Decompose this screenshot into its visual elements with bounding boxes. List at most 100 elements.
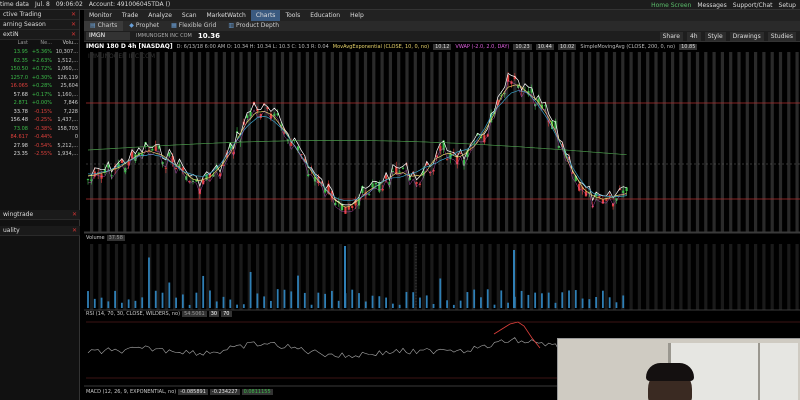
session-band <box>754 244 758 310</box>
session-band <box>197 244 202 310</box>
session-band <box>745 52 749 232</box>
volume-bar <box>317 292 320 308</box>
volume-bar <box>364 301 367 308</box>
session-band <box>413 244 417 310</box>
volume-bar <box>608 297 611 308</box>
volume-bar <box>188 304 191 308</box>
session-band <box>737 244 741 310</box>
session-band <box>222 52 226 232</box>
session-band <box>264 52 268 232</box>
session-band <box>762 244 766 310</box>
webcam-overlay <box>557 338 800 400</box>
session-band <box>363 52 368 232</box>
session-band <box>272 52 276 232</box>
session-band <box>446 244 451 310</box>
session-band <box>662 52 666 232</box>
volume-bar <box>283 289 286 308</box>
volume-bar <box>344 246 346 308</box>
session-band <box>397 244 401 310</box>
session-band <box>314 244 318 310</box>
session-band <box>538 52 542 232</box>
session-band <box>538 244 542 310</box>
session-band <box>745 244 749 310</box>
session-band <box>546 52 550 232</box>
session-band <box>704 244 708 310</box>
rsi-overbought-segment <box>493 321 541 349</box>
session-band <box>529 52 534 232</box>
session-band <box>173 52 177 232</box>
session-band <box>123 244 127 310</box>
candle-body <box>371 183 374 188</box>
volume-bar <box>310 304 313 308</box>
session-band <box>131 244 135 310</box>
session-band <box>621 52 625 232</box>
volume-bar <box>493 304 496 308</box>
volume-bar <box>561 292 564 308</box>
volume-bar <box>331 290 333 308</box>
session-band <box>397 52 401 232</box>
volume-bar <box>100 297 103 308</box>
session-band <box>496 244 500 310</box>
rsi-overbought-value: 70 <box>221 311 232 317</box>
session-band <box>305 52 309 232</box>
session-band <box>488 52 492 232</box>
session-band <box>795 244 799 310</box>
session-band <box>596 52 600 232</box>
session-band <box>629 244 633 310</box>
volume-panel-label: Volume 37.58 <box>86 235 125 241</box>
volume-bar <box>195 292 198 308</box>
volume-bar <box>290 291 293 308</box>
volume-bar <box>459 300 462 308</box>
session-band <box>787 244 791 310</box>
candle-body <box>368 194 371 196</box>
candle-body <box>164 167 168 169</box>
session-band <box>322 52 326 232</box>
session-band <box>671 52 675 232</box>
webcam-person-hair <box>646 363 694 381</box>
volume-bar <box>222 296 225 308</box>
candle-body <box>605 199 608 201</box>
session-band <box>314 52 318 232</box>
candle-body <box>398 171 401 173</box>
volume-bar <box>527 294 530 308</box>
volume-bar <box>181 294 184 308</box>
session-band <box>189 244 193 310</box>
session-band <box>778 52 783 232</box>
volume-bar <box>507 302 509 308</box>
session-band <box>671 244 675 310</box>
session-band <box>762 52 766 232</box>
volume-bar <box>419 297 421 308</box>
session-band <box>372 52 376 232</box>
volume-label: Volume <box>86 235 105 241</box>
session-band <box>679 52 683 232</box>
session-band <box>156 52 160 232</box>
session-band <box>189 52 193 232</box>
session-band <box>695 244 700 310</box>
volume-bar <box>588 299 591 308</box>
session-band <box>455 244 459 310</box>
session-band <box>388 244 392 310</box>
candle-body <box>174 168 178 170</box>
session-band <box>496 52 500 232</box>
volume-bar <box>513 250 515 308</box>
candle-body <box>344 206 347 214</box>
volume-bar <box>622 295 625 308</box>
session-band <box>139 52 143 232</box>
session-band <box>579 52 583 232</box>
volume-bar <box>602 290 604 308</box>
session-band <box>729 52 733 232</box>
session-band <box>505 244 509 310</box>
session-band <box>231 52 235 232</box>
macd-label: MACD (12, 26, 9, EXPONENTIAL, no) <box>86 389 177 395</box>
session-band <box>712 52 716 232</box>
volume-bar <box>473 289 476 308</box>
session-band <box>563 52 567 232</box>
volume-bar <box>276 289 279 308</box>
session-band <box>729 244 733 310</box>
volume-bar <box>466 292 469 308</box>
session-band <box>770 52 774 232</box>
session-band <box>197 52 202 232</box>
session-band <box>695 52 700 232</box>
volume-bar <box>398 304 401 308</box>
volume-value: 37.58 <box>106 235 125 241</box>
